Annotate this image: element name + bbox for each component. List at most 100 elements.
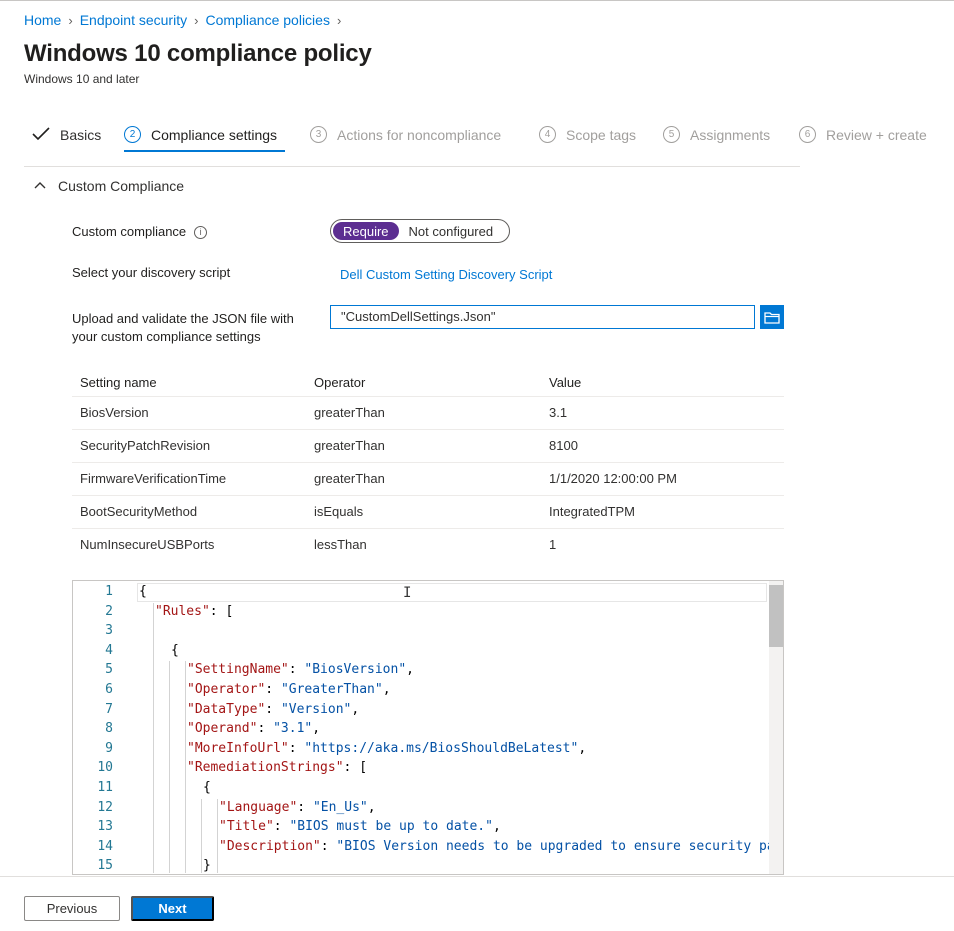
footer-bar: Previous Next bbox=[0, 876, 954, 931]
step-number: 5 bbox=[663, 126, 680, 143]
chevron-right-icon: › bbox=[336, 12, 342, 28]
section-custom-compliance-toggle[interactable]: Custom Compliance bbox=[34, 178, 184, 194]
code-text: } bbox=[203, 858, 211, 874]
cell-value: 8100 bbox=[549, 438, 578, 453]
discovery-script-link[interactable]: Dell Custom Setting Discovery Script bbox=[340, 267, 552, 282]
top-border bbox=[0, 0, 954, 1]
text-cursor-icon: I bbox=[403, 585, 412, 601]
code-text: "SettingName": "BiosVersion", bbox=[187, 662, 414, 678]
cell-operator: greaterThan bbox=[314, 471, 385, 486]
code-text: { bbox=[171, 642, 179, 658]
cell-operator: greaterThan bbox=[314, 438, 385, 453]
line-number: 4 bbox=[105, 642, 113, 658]
code-line: 4{ bbox=[73, 643, 773, 663]
cell-value: IntegratedTPM bbox=[549, 504, 635, 519]
line-number: 11 bbox=[97, 780, 113, 795]
code-line: 7 "DataType": "Version", bbox=[73, 702, 773, 722]
json-file-input[interactable]: "CustomDellSettings.Json" bbox=[330, 305, 755, 329]
wizard-step-review-create[interactable]: 6 Review + create bbox=[799, 126, 927, 143]
json-code-editor[interactable]: 1{2 "Rules": [3 4{5 "SettingName": "BiosVer… bbox=[72, 580, 784, 875]
code-line: 12 "Language": "En_Us", bbox=[73, 800, 773, 820]
breadcrumb-endpoint-security[interactable]: Endpoint security bbox=[80, 12, 187, 28]
cell-setting-name: SecurityPatchRevision bbox=[80, 438, 211, 453]
cell-operator: greaterThan bbox=[314, 405, 385, 420]
folder-browse-icon bbox=[764, 311, 780, 324]
custom-compliance-text: Custom compliance bbox=[72, 224, 187, 239]
breadcrumb-home[interactable]: Home bbox=[24, 12, 61, 28]
chevron-right-icon: › bbox=[194, 12, 199, 28]
code-text: "Title": "BIOS must be up to date.", bbox=[219, 819, 501, 835]
line-number: 15 bbox=[97, 858, 113, 874]
editor-scrollbar[interactable] bbox=[769, 581, 783, 874]
editor-scrollbar-thumb[interactable] bbox=[769, 585, 783, 647]
upload-json-label: Upload and validate the JSON file with y… bbox=[72, 310, 294, 346]
code-line: 13 "Title": "BIOS must be up to date.", bbox=[73, 819, 773, 839]
toggle-option-not-configured[interactable]: Not configured bbox=[399, 224, 494, 239]
code-line: 11 { bbox=[73, 780, 773, 800]
code-text: "DataType": "Version", bbox=[187, 701, 360, 717]
line-number: 13 bbox=[97, 819, 113, 835]
code-text: { bbox=[139, 584, 147, 599]
upload-json-label-line2: your custom compliance settings bbox=[72, 329, 261, 344]
wizard-step-scope-tags[interactable]: 4 Scope tags bbox=[539, 126, 636, 143]
step-number: 3 bbox=[310, 126, 327, 143]
toggle-option-require[interactable]: Require bbox=[333, 222, 399, 240]
wizard-steps: Basics 2 Compliance settings 3 Actions f… bbox=[24, 122, 927, 167]
line-number: 6 bbox=[105, 682, 113, 697]
code-text: { bbox=[203, 780, 211, 795]
code-line: 10 "RemediationStrings": [ bbox=[73, 760, 773, 780]
cell-value: 1/1/2020 12:00:00 PM bbox=[549, 471, 677, 486]
table-row: BiosVersion greaterThan 3.1 bbox=[72, 397, 784, 430]
line-number: 12 bbox=[97, 799, 113, 815]
upload-json-label-line1: Upload and validate the JSON file with bbox=[72, 311, 294, 326]
column-header-setting-name: Setting name bbox=[80, 375, 157, 390]
browse-file-button[interactable] bbox=[760, 305, 784, 329]
cell-operator: lessThan bbox=[314, 537, 367, 552]
line-number: 1 bbox=[105, 584, 113, 599]
wizard-step-actions[interactable]: 3 Actions for noncompliance bbox=[310, 126, 501, 143]
step-number: 2 bbox=[124, 126, 141, 143]
code-text: "Language": "En_Us", bbox=[219, 799, 376, 815]
wizard-step-label: Scope tags bbox=[566, 126, 637, 143]
wizard-step-assignments[interactable]: 5 Assignments bbox=[663, 126, 770, 143]
active-step-underline bbox=[124, 150, 285, 152]
discovery-script-label: Select your discovery script bbox=[72, 265, 231, 280]
cell-operator: isEquals bbox=[314, 504, 364, 519]
wizard-step-label: Review + create bbox=[826, 126, 927, 143]
code-text: "Operator": "GreaterThan", bbox=[187, 682, 391, 697]
breadcrumb-compliance-policies[interactable]: Compliance policies bbox=[205, 12, 330, 28]
cell-setting-name: FirmwareVerificationTime bbox=[80, 471, 227, 486]
next-button[interactable]: Next bbox=[131, 896, 214, 921]
column-header-value: Value bbox=[549, 375, 582, 390]
custom-compliance-label: Custom compliance i bbox=[72, 223, 208, 241]
line-number: 8 bbox=[105, 721, 113, 737]
table-row: NumInsecureUSBPorts lessThan 1 bbox=[72, 529, 784, 562]
table-row: SecurityPatchRevision greaterThan 8100 bbox=[72, 430, 784, 463]
line-number: 14 bbox=[97, 838, 113, 854]
wizard-step-label: Basics bbox=[60, 127, 102, 143]
wizard-step-basics[interactable]: Basics bbox=[32, 126, 101, 144]
column-header-operator: Operator bbox=[314, 375, 366, 390]
cell-setting-name: NumInsecureUSBPorts bbox=[80, 537, 215, 552]
cell-setting-name: BootSecurityMethod bbox=[80, 504, 198, 519]
info-icon[interactable]: i bbox=[194, 225, 208, 239]
chevron-right-icon: › bbox=[68, 12, 73, 28]
code-line: 8 "Operand": "3.1", bbox=[73, 721, 773, 741]
previous-button[interactable]: Previous bbox=[24, 896, 120, 921]
code-line: 14 "Description": "BIOS Version needs to … bbox=[73, 838, 775, 859]
wizard-step-label: Assignments bbox=[690, 126, 771, 143]
code-text: "Rules": [ bbox=[155, 603, 234, 619]
code-text: "MoreInfoUrl": "https://aka.ms/BiosShoul… bbox=[187, 740, 587, 756]
table-row: BootSecurityMethod isEquals IntegratedTP… bbox=[72, 496, 784, 529]
code-line: 6 "Operator": "GreaterThan", bbox=[73, 682, 773, 702]
code-text: "RemediationStrings": [ bbox=[187, 760, 368, 776]
cell-value: 1 bbox=[549, 537, 557, 552]
custom-compliance-toggle[interactable]: Require Not configured bbox=[330, 219, 510, 243]
code-text: "Description": "BIOS Version needs to be… bbox=[219, 838, 775, 854]
line-number: 5 bbox=[105, 662, 113, 678]
code-text: "Operand": "3.1", bbox=[187, 721, 321, 737]
wizard-step-label: Compliance settings bbox=[151, 126, 278, 143]
wizard-step-compliance-settings[interactable]: 2 Compliance settings bbox=[124, 126, 277, 143]
table-row: FirmwareVerificationTime greaterThan 1/1… bbox=[72, 463, 784, 496]
code-line: 9 "MoreInfoUrl": "https://aka.ms/BiosShou… bbox=[73, 741, 773, 761]
